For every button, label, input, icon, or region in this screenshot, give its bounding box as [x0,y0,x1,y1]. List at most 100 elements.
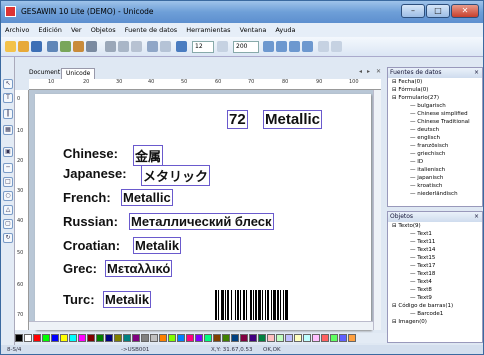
font-size-select[interactable]: 12 [192,41,214,53]
menu-ventana[interactable]: Ventana [236,23,270,34]
tree-item[interactable]: — japanisch [388,174,482,182]
palette-swatch[interactable] [69,334,77,342]
text-tool-icon[interactable]: T [3,93,13,103]
palette-swatch[interactable] [231,334,239,342]
menu-objetos[interactable]: Objetos [87,23,119,34]
palette-swatch[interactable] [33,334,41,342]
save-icon[interactable] [31,41,42,52]
menu-edicion[interactable]: Edición [34,23,65,34]
rotate-tool-icon[interactable]: ↻ [3,233,13,243]
palette-swatch[interactable] [348,334,356,342]
paste-icon[interactable] [131,41,142,52]
french-text[interactable]: Metallic [121,189,173,206]
tree-item[interactable]: — Text15 [388,254,482,262]
croatian-text[interactable]: Metalik [133,237,182,254]
line-tool-icon[interactable]: ─ [3,163,13,173]
palette-swatch[interactable] [141,334,149,342]
tree-item[interactable]: — niederländisch [388,190,482,198]
zoom-out-icon[interactable] [289,41,300,52]
palette-swatch[interactable] [276,334,284,342]
tree-item[interactable]: — bulgarisch [388,102,482,110]
palette-swatch[interactable] [15,334,23,342]
zoom-page-icon[interactable] [302,41,313,52]
new-icon[interactable] [5,41,16,52]
header-word-text[interactable]: Metallic [263,110,323,129]
tree-item[interactable]: — Text8 [388,286,482,294]
palette-swatch[interactable] [24,334,32,342]
tab-next-icon[interactable]: ▸ [367,68,370,75]
zoom-in-icon[interactable] [276,41,287,52]
horizontal-scrollbar[interactable] [29,321,373,330]
rectangle-tool-icon[interactable]: □ [3,177,13,187]
close-icon[interactable]: × [474,68,479,77]
tree-item[interactable]: — Text18 [388,270,482,278]
tree-item[interactable]: — Barcode1 [388,310,482,318]
palette-swatch[interactable] [213,334,221,342]
menu-ver[interactable]: Ver [67,23,85,34]
tree-item[interactable]: — Text11 [388,238,482,246]
printer-setup-icon[interactable] [86,41,97,52]
palette-swatch[interactable] [258,334,266,342]
copy-icon[interactable] [118,41,129,52]
redo-icon[interactable] [160,41,171,52]
tree-item[interactable]: ⊟ Imagen(0) [388,318,482,326]
tab-prev-icon[interactable]: ◂ [359,68,362,75]
label-page[interactable]: 72 Metallic Chinese: 金属 Japanese: メタリック … [35,94,371,330]
layout-icon[interactable] [318,41,329,52]
ellipse-tool-icon[interactable]: ○ [3,191,13,201]
header-number-text[interactable]: 72 [227,110,248,129]
palette-swatch[interactable] [339,334,347,342]
tree-item[interactable]: ⊟ Fecha(0) [388,78,482,86]
tree-item[interactable]: — Text4 [388,278,482,286]
turkish-text[interactable]: Metalik [103,291,152,308]
tree-item[interactable]: — Text17 [388,262,482,270]
tree-item[interactable]: — deutsch [388,126,482,134]
tree-item[interactable]: — französisch [388,142,482,150]
tree-item[interactable]: — Text9 [388,294,482,302]
grid-layout-icon[interactable] [331,41,342,52]
menu-fuente-de-datos[interactable]: Fuente de datos [121,23,180,34]
minimize-button[interactable]: – [401,4,425,18]
palette-swatch[interactable] [285,334,293,342]
palette-swatch[interactable] [132,334,140,342]
palette-swatch[interactable] [312,334,320,342]
palette-swatch[interactable] [96,334,104,342]
tab-close-icon[interactable]: ✕ [376,68,381,75]
zoom-select[interactable]: 200 [233,41,259,53]
maximize-button[interactable]: □ [426,4,450,18]
pointer-tool-icon[interactable]: ↖ [3,79,13,89]
image-tool-icon[interactable]: ▣ [3,147,13,157]
palette-swatch[interactable] [105,334,113,342]
chinese-text[interactable]: 金属 [133,145,164,166]
palette-swatch[interactable] [150,334,158,342]
tree-item[interactable]: — kroatisch [388,182,482,190]
open-icon[interactable] [18,41,29,52]
print-icon[interactable] [47,41,58,52]
menu-archivo[interactable]: Archivo [1,23,32,34]
print-preview-icon[interactable] [60,41,71,52]
cut-icon[interactable] [105,41,116,52]
palette-swatch[interactable] [177,334,185,342]
tree-item[interactable]: — Text14 [388,246,482,254]
barcode[interactable] [215,290,331,320]
tree-item[interactable]: — ID [388,158,482,166]
grid-icon[interactable] [217,41,228,52]
close-button[interactable]: ✕ [451,4,479,18]
vertical-scrollbar[interactable] [373,90,381,330]
palette-swatch[interactable] [204,334,212,342]
palette-swatch[interactable] [330,334,338,342]
tree-item[interactable]: ⊟ Código de barras(1) [388,302,482,310]
palette-swatch[interactable] [240,334,248,342]
tree-item[interactable]: — Chinese simplified [388,110,482,118]
russian-text[interactable]: Металлический блеск [129,213,274,230]
palette-swatch[interactable] [87,334,95,342]
tree-item[interactable]: — englisch [388,134,482,142]
palette-swatch[interactable] [294,334,302,342]
tab-unicode[interactable]: Unicode [61,68,96,79]
palette-swatch[interactable] [60,334,68,342]
export-icon[interactable] [73,41,84,52]
palette-swatch[interactable] [195,334,203,342]
palette-swatch[interactable] [249,334,257,342]
tree-item[interactable]: ⊟ Texto(9) [388,222,482,230]
palette-swatch[interactable] [267,334,275,342]
